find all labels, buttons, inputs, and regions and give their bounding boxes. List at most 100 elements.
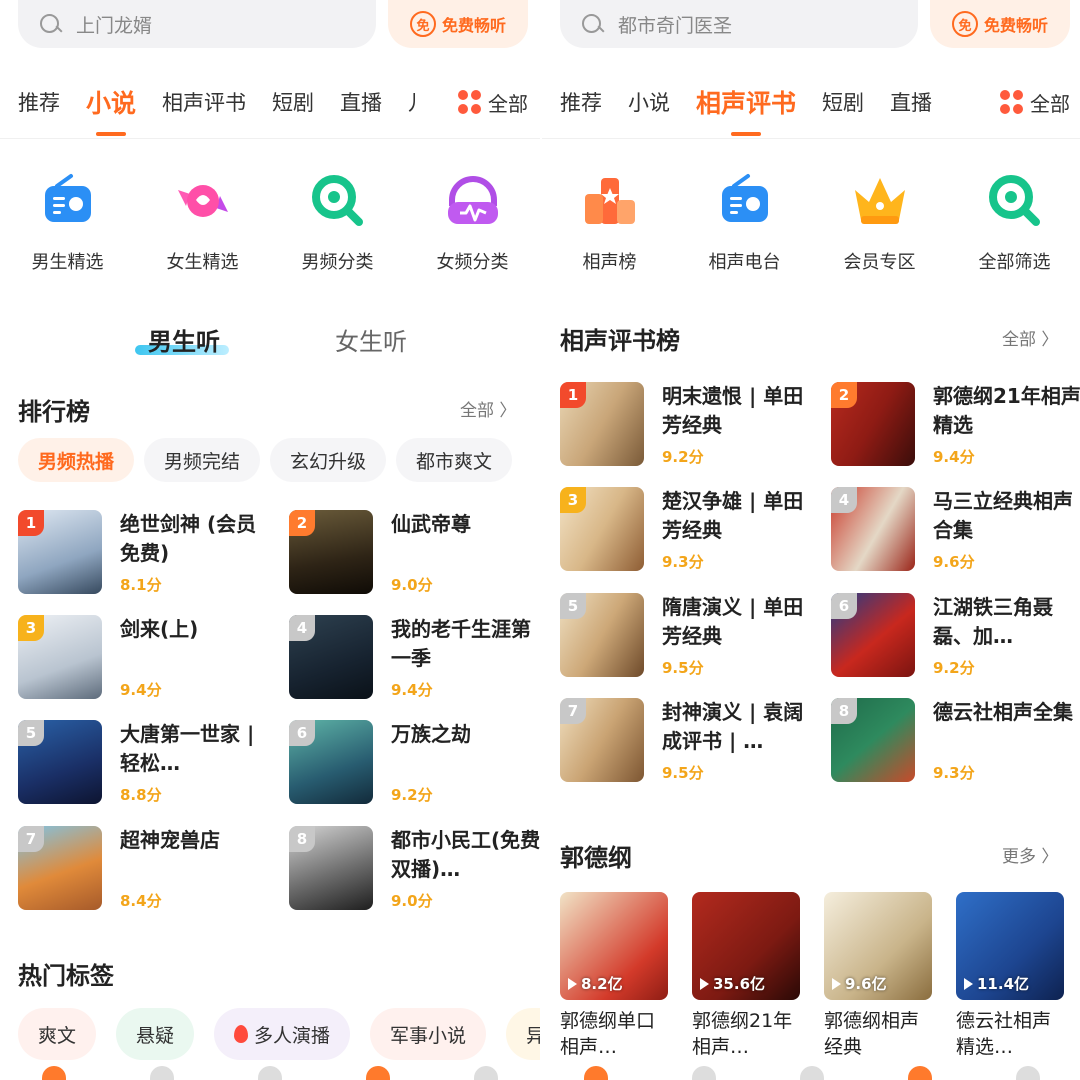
free-listen-button[interactable]: 免 免费畅听 bbox=[388, 0, 528, 48]
rank-item[interactable]: 5 大唐第一世家 | 轻松… 8.8分 bbox=[18, 720, 273, 810]
rank-item[interactable]: 3 楚汉争雄 | 单田芳经典 9.3分 bbox=[560, 487, 815, 577]
tab-children[interactable]: 儿 bbox=[408, 87, 418, 117]
quick-crosstalk-radio[interactable]: 相声电台 bbox=[677, 170, 812, 274]
tab-short-drama[interactable]: 短剧 bbox=[272, 87, 314, 117]
rank-item[interactable]: 2 仙武帝尊 9.0分 bbox=[289, 510, 540, 600]
chip-urban[interactable]: 都市爽文 bbox=[396, 438, 513, 482]
tab-all-label: 全部 bbox=[488, 91, 528, 116]
quick-label: 全部筛选 bbox=[978, 252, 1051, 273]
search-input[interactable]: 上门龙婿 bbox=[18, 0, 376, 48]
tab-recommend[interactable]: 推荐 bbox=[18, 87, 60, 117]
tag-item[interactable]: 军事小说 bbox=[370, 1008, 487, 1060]
tab-all-button[interactable]: 全部 bbox=[452, 82, 528, 122]
rank-item[interactable]: 6 江湖铁三角聂磊、加… 9.2分 bbox=[831, 593, 1080, 683]
quick-label: 相声榜 bbox=[582, 252, 637, 273]
book-score: 8.1分 bbox=[120, 576, 162, 594]
tab-crosstalk[interactable]: 相声评书 bbox=[696, 84, 796, 120]
rank-item[interactable]: 1 绝世剑神 (会员免费) 8.1分 bbox=[18, 510, 273, 600]
book-score: 9.4分 bbox=[391, 681, 433, 699]
rank-item[interactable]: 4 马三立经典相声合集 9.6分 bbox=[831, 487, 1080, 577]
free-listen-label: 免费畅听 bbox=[983, 16, 1048, 35]
play-icon bbox=[568, 977, 577, 990]
nav-profile-icon[interactable] bbox=[474, 1066, 498, 1080]
nav-list-icon[interactable] bbox=[150, 1066, 174, 1080]
free-listen-button[interactable]: 免 免费畅听 bbox=[930, 0, 1070, 48]
crosstalk-rank-more[interactable]: 全部 〉 bbox=[1002, 325, 1058, 350]
rank-item[interactable]: 8 德云社相声全集 9.3分 bbox=[831, 698, 1080, 788]
nav-earn-icon[interactable] bbox=[908, 1066, 932, 1080]
nav-profile-icon[interactable] bbox=[1016, 1066, 1040, 1080]
guodegang-more-link[interactable]: 更多 〉 bbox=[1002, 842, 1058, 867]
quick-male-picks[interactable]: 男生精选 bbox=[0, 170, 135, 274]
subtab-female-listen[interactable]: 女生听 bbox=[335, 322, 407, 357]
album-card[interactable]: 9.6亿 郭德纲相声经典 bbox=[824, 892, 932, 1060]
nav-earn-icon[interactable] bbox=[366, 1066, 390, 1080]
album-card[interactable]: 8.2亿 郭德纲单口相声… bbox=[560, 892, 668, 1060]
free-icon: 免 bbox=[951, 11, 978, 37]
play-count-value: 9.6亿 bbox=[845, 975, 887, 993]
rank-badge: 1 bbox=[560, 382, 586, 408]
search-input[interactable]: 都市奇门医圣 bbox=[560, 0, 918, 48]
nav-play-icon[interactable] bbox=[800, 1066, 824, 1080]
rank-item[interactable]: 7 超神宠兽店 8.4分 bbox=[18, 826, 273, 916]
rank-item[interactable]: 4 我的老千生涯第一季 9.4分 bbox=[289, 615, 540, 705]
rank-item[interactable]: 6 万族之劫 9.2分 bbox=[289, 720, 540, 810]
album-card[interactable]: 35.6亿 郭德纲21年相声… bbox=[692, 892, 800, 1060]
tab-live[interactable]: 直播 bbox=[890, 87, 932, 117]
rank-item[interactable]: 5 隋唐演义 | 单田芳经典 9.5分 bbox=[560, 593, 815, 683]
chip-fantasy[interactable]: 玄幻升级 bbox=[270, 438, 387, 482]
flame-icon bbox=[234, 1025, 249, 1043]
quick-label: 相声电台 bbox=[708, 252, 781, 273]
play-count-value: 11.4亿 bbox=[977, 975, 1030, 993]
chip-male-hot[interactable]: 男频热播 bbox=[18, 438, 135, 482]
rank-title: 排行榜 bbox=[18, 398, 90, 426]
quick-label: 女频分类 bbox=[436, 252, 509, 273]
quick-female-category[interactable]: 女频分类 bbox=[405, 170, 540, 274]
nav-home-icon[interactable] bbox=[42, 1066, 66, 1080]
book-score: 9.0分 bbox=[391, 576, 433, 594]
tag-item[interactable]: 异 bbox=[506, 1008, 540, 1060]
nav-list-icon[interactable] bbox=[692, 1066, 716, 1080]
tag-item[interactable]: 悬疑 bbox=[116, 1008, 195, 1060]
tab-recommend[interactable]: 推荐 bbox=[560, 87, 602, 117]
rank-badge: 3 bbox=[560, 487, 586, 513]
tag-item[interactable]: 多人演播 bbox=[214, 1008, 351, 1060]
rank-item[interactable]: 1 明末遗恨 | 单田芳经典 9.2分 bbox=[560, 382, 815, 472]
album-card[interactable]: 11.4亿 德云社相声精选… bbox=[956, 892, 1064, 1060]
quick-label: 女生精选 bbox=[166, 252, 239, 273]
rank-badge: 3 bbox=[18, 615, 44, 641]
album-title: 郭德纲相声经典 bbox=[824, 1010, 920, 1058]
quick-male-category[interactable]: 男频分类 bbox=[270, 170, 405, 274]
nav-home-icon[interactable] bbox=[584, 1066, 608, 1080]
rank-item[interactable]: 2 郭德纲21年相声精选 9.4分 bbox=[831, 382, 1080, 472]
book-title: 超神宠兽店 bbox=[120, 828, 220, 852]
quick-all-filter[interactable]: 全部筛选 bbox=[947, 170, 1080, 274]
tab-novel[interactable]: 小说 bbox=[628, 87, 670, 117]
rank-item[interactable]: 8 都市小民工(免费双播)… 9.0分 bbox=[289, 826, 540, 916]
nav-play-icon[interactable] bbox=[258, 1066, 282, 1080]
play-count-value: 35.6亿 bbox=[713, 975, 766, 993]
tab-crosstalk[interactable]: 相声评书 bbox=[162, 87, 246, 117]
tab-novel[interactable]: 小说 bbox=[86, 84, 136, 120]
rank-item[interactable]: 7 封神演义 | 袁阔成评书 | … 9.5分 bbox=[560, 698, 815, 788]
play-icon bbox=[964, 977, 973, 990]
crosstalk-rank-title: 相声评书榜 bbox=[560, 327, 680, 355]
rank-badge: 8 bbox=[289, 826, 315, 852]
quick-label: 会员专区 bbox=[843, 252, 916, 273]
tab-short-drama[interactable]: 短剧 bbox=[822, 87, 864, 117]
quick-crosstalk-chart[interactable]: 相声榜 bbox=[542, 170, 677, 274]
rank-item[interactable]: 3 剑来(上) 9.4分 bbox=[18, 615, 273, 705]
book-title: 我的老千生涯第一季 bbox=[391, 617, 531, 670]
tag-item[interactable]: 爽文 bbox=[18, 1008, 97, 1060]
divider bbox=[542, 138, 1080, 139]
tab-all-button[interactable]: 全部 bbox=[994, 82, 1070, 122]
subtab-male-listen[interactable]: 男生听 bbox=[148, 322, 220, 357]
free-listen-label: 免费畅听 bbox=[441, 16, 506, 35]
quick-female-picks[interactable]: 女生精选 bbox=[135, 170, 270, 274]
quick-vip-zone[interactable]: 会员专区 bbox=[812, 170, 947, 274]
chip-male-finished[interactable]: 男频完结 bbox=[144, 438, 261, 482]
rank-more-link[interactable]: 全部 〉 bbox=[460, 396, 516, 421]
album-title: 德云社相声全集 bbox=[933, 700, 1073, 724]
tab-live[interactable]: 直播 bbox=[340, 87, 382, 117]
album-score: 9.5分 bbox=[662, 659, 704, 677]
